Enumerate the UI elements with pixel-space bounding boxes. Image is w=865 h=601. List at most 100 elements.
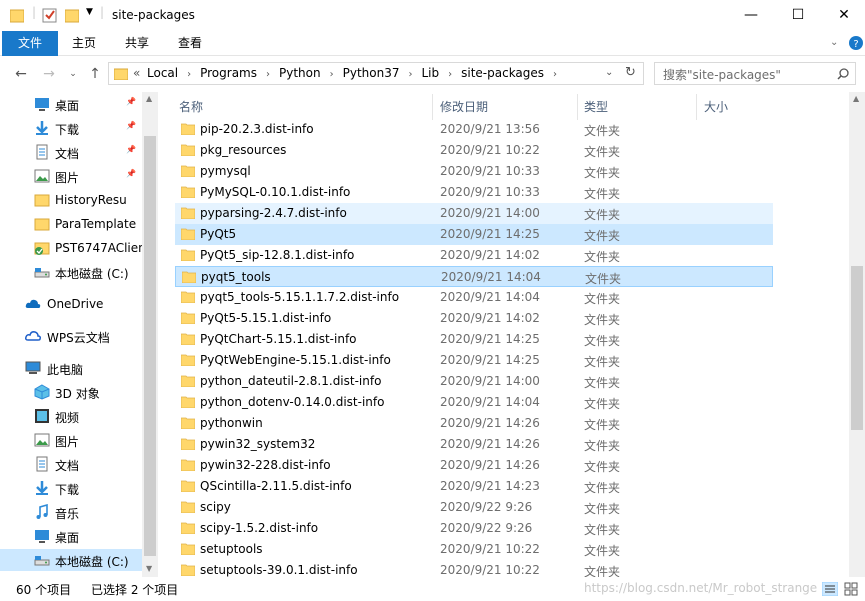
file-row[interactable]: pywin32-228.dist-info 2020/9/21 14:26 文件夹 [175,455,773,476]
svg-text:?: ? [853,39,858,50]
file-row[interactable]: pyqt5_tools 2020/9/21 14:04 文件夹 [175,266,773,287]
file-row[interactable]: pyparsing-2.4.7.dist-info 2020/9/21 14:00… [175,203,773,224]
minimize-button[interactable]: — [728,0,774,31]
download-icon [34,120,50,136]
nav-item-label: 音乐 [55,507,80,521]
folder-icon [181,207,195,219]
breadcrumb-item[interactable]: Python [279,66,321,80]
file-row[interactable]: pywin32_system32 2020/9/21 14:26 文件夹 [175,434,773,455]
file-row[interactable]: PyQtWebEngine-5.15.1.dist-info 2020/9/21 … [175,350,773,371]
breadcrumb-separator-icon[interactable]: › [266,69,270,80]
breadcrumb-separator-icon[interactable]: › [187,69,191,80]
tab-home[interactable]: 主页 [62,31,106,56]
forward-button[interactable]: → [40,65,58,83]
nav-item[interactable]: 文档 📌 [0,141,142,163]
breadcrumb-item[interactable]: Lib [421,66,439,80]
nav-item[interactable]: PST6747AClient [0,237,142,259]
tab-share[interactable]: 共享 [115,31,159,56]
breadcrumb-separator-icon[interactable]: › [408,69,412,80]
nav-item[interactable]: ParaTemplate [0,213,142,235]
nav-item[interactable]: 图片 [0,429,142,451]
nav-item[interactable]: WPS云文档 [0,325,142,347]
file-row[interactable]: QScintilla-2.11.5.dist-info 2020/9/21 14:… [175,476,773,497]
column-header-size[interactable]: 大小 [704,98,728,115]
nav-item[interactable]: HistoryResu [0,189,142,211]
scrollbar-thumb[interactable] [144,136,156,556]
nav-item[interactable]: 此电脑 [0,357,142,379]
breadcrumb-separator-icon[interactable]: › [448,69,452,80]
file-row[interactable]: PyQtChart-5.15.1.dist-info 2020/9/21 14:2… [175,329,773,350]
address-dropdown-icon[interactable]: ⌄ [605,67,613,78]
file-row[interactable]: python_dotenv-0.14.0.dist-info 2020/9/21 … [175,392,773,413]
column-header-type[interactable]: 类型 [584,98,608,115]
breadcrumb-separator-icon[interactable]: › [553,69,557,80]
search-box[interactable]: 搜索"site-packages" [654,62,856,85]
file-row[interactable]: pythonwin 2020/9/21 14:26 文件夹 [175,413,773,434]
file-row[interactable]: PyQt5-5.15.1.dist-info 2020/9/21 14:02 文件夹 [175,308,773,329]
scrollbar-thumb[interactable] [851,266,863,430]
column-header-date[interactable]: 修改日期 [440,98,488,115]
folder-icon[interactable] [10,7,24,23]
address-bar[interactable]: « Local › Programs › Python › Python37 › Lib › sit… [108,62,644,85]
file-row[interactable]: pkg_resources 2020/9/21 10:22 文件夹 [175,140,773,161]
nav-item-label: 视频 [55,411,80,425]
refresh-icon[interactable]: ↻ [625,65,636,80]
file-row[interactable]: PyMySQL-0.10.1.dist-info 2020/9/21 10:33 文… [175,182,773,203]
properties-icon[interactable] [42,7,58,23]
nav-item[interactable]: 桌面 📌 [0,93,142,115]
breadcrumb-item[interactable]: Local [147,66,178,80]
file-row[interactable]: pip-20.2.3.dist-info 2020/9/21 13:56 文件夹 [175,119,773,140]
expand-ribbon-icon[interactable]: ⌄ [830,37,838,48]
breadcrumb-item[interactable]: Python37 [343,66,400,80]
breadcrumb-item[interactable]: site-packages [461,66,544,80]
breadcrumb-item[interactable]: Programs [200,66,257,80]
customize-quick-access-icon[interactable]: ▼ [86,7,93,17]
nav-item[interactable]: OneDrive [0,293,142,315]
file-row[interactable]: pyqt5_tools-5.15.1.1.7.2.dist-info 2020/9… [175,287,773,308]
file-row[interactable]: setuptools-39.0.1.dist-info 2020/9/21 10:… [175,560,773,577]
back-button[interactable]: ← [12,65,30,83]
scroll-up-icon[interactable]: ▲ [146,94,152,103]
search-icon[interactable] [837,68,849,80]
scroll-down-icon[interactable]: ▼ [146,564,152,573]
nav-item[interactable]: 下载 📌 [0,117,142,139]
nav-item[interactable]: 下载 [0,477,142,499]
file-row[interactable]: PyQt5_sip-12.8.1.dist-info 2020/9/21 14:0… [175,245,773,266]
nav-item[interactable]: 文档 [0,453,142,475]
search-input[interactable]: 搜索"site-packages" [663,66,781,83]
tab-view[interactable]: 查看 [168,31,212,56]
nav-item[interactable]: 本地磁盘 (C:) [0,261,142,283]
file-name: pyqt5_tools [201,270,271,284]
file-row[interactable]: scipy 2020/9/22 9:26 文件夹 [175,497,773,518]
up-button[interactable]: ↑ [86,65,104,83]
nav-item[interactable]: 本地磁盘 (C:) [0,549,142,571]
tab-file[interactable]: 文件 [2,31,58,56]
sort-ascending-icon: ^ [299,92,307,98]
maximize-button[interactable]: ☐ [775,0,821,31]
nav-item[interactable]: 图片 📌 [0,165,142,187]
file-row[interactable]: PyQt5 2020/9/21 14:25 文件夹 [175,224,773,245]
recent-locations-button[interactable]: ⌄ [64,65,82,83]
scroll-up-icon[interactable]: ▲ [853,94,859,103]
nav-item[interactable]: 音乐 [0,501,142,523]
nav-item[interactable]: 3D 对象 [0,381,142,403]
column-divider[interactable] [432,94,433,120]
file-list-scrollbar[interactable]: ▲ [849,92,865,577]
breadcrumb-separator-icon[interactable]: › [330,69,334,80]
close-button[interactable]: ✕ [821,0,865,31]
nav-pane-scrollbar[interactable]: ▲ ▼ [142,92,158,577]
file-row[interactable]: pymysql 2020/9/21 10:33 文件夹 [175,161,773,182]
large-icons-view-icon[interactable] [844,582,858,596]
help-icon[interactable]: ? [849,36,863,50]
nav-item[interactable]: 视频 [0,405,142,427]
column-divider[interactable] [577,94,578,120]
column-header-name[interactable]: 名称 [179,98,203,115]
details-view-icon[interactable] [822,582,838,596]
nav-item[interactable]: 桌面 [0,525,142,547]
column-divider[interactable] [696,94,697,120]
file-row[interactable]: python_dateutil-2.8.1.dist-info 2020/9/21… [175,371,773,392]
file-row[interactable]: setuptools 2020/9/21 10:22 文件夹 [175,539,773,560]
file-row[interactable]: scipy-1.5.2.dist-info 2020/9/22 9:26 文件夹 [175,518,773,539]
overflow-crumb[interactable]: « [133,66,140,80]
new-folder-icon[interactable] [65,7,79,23]
